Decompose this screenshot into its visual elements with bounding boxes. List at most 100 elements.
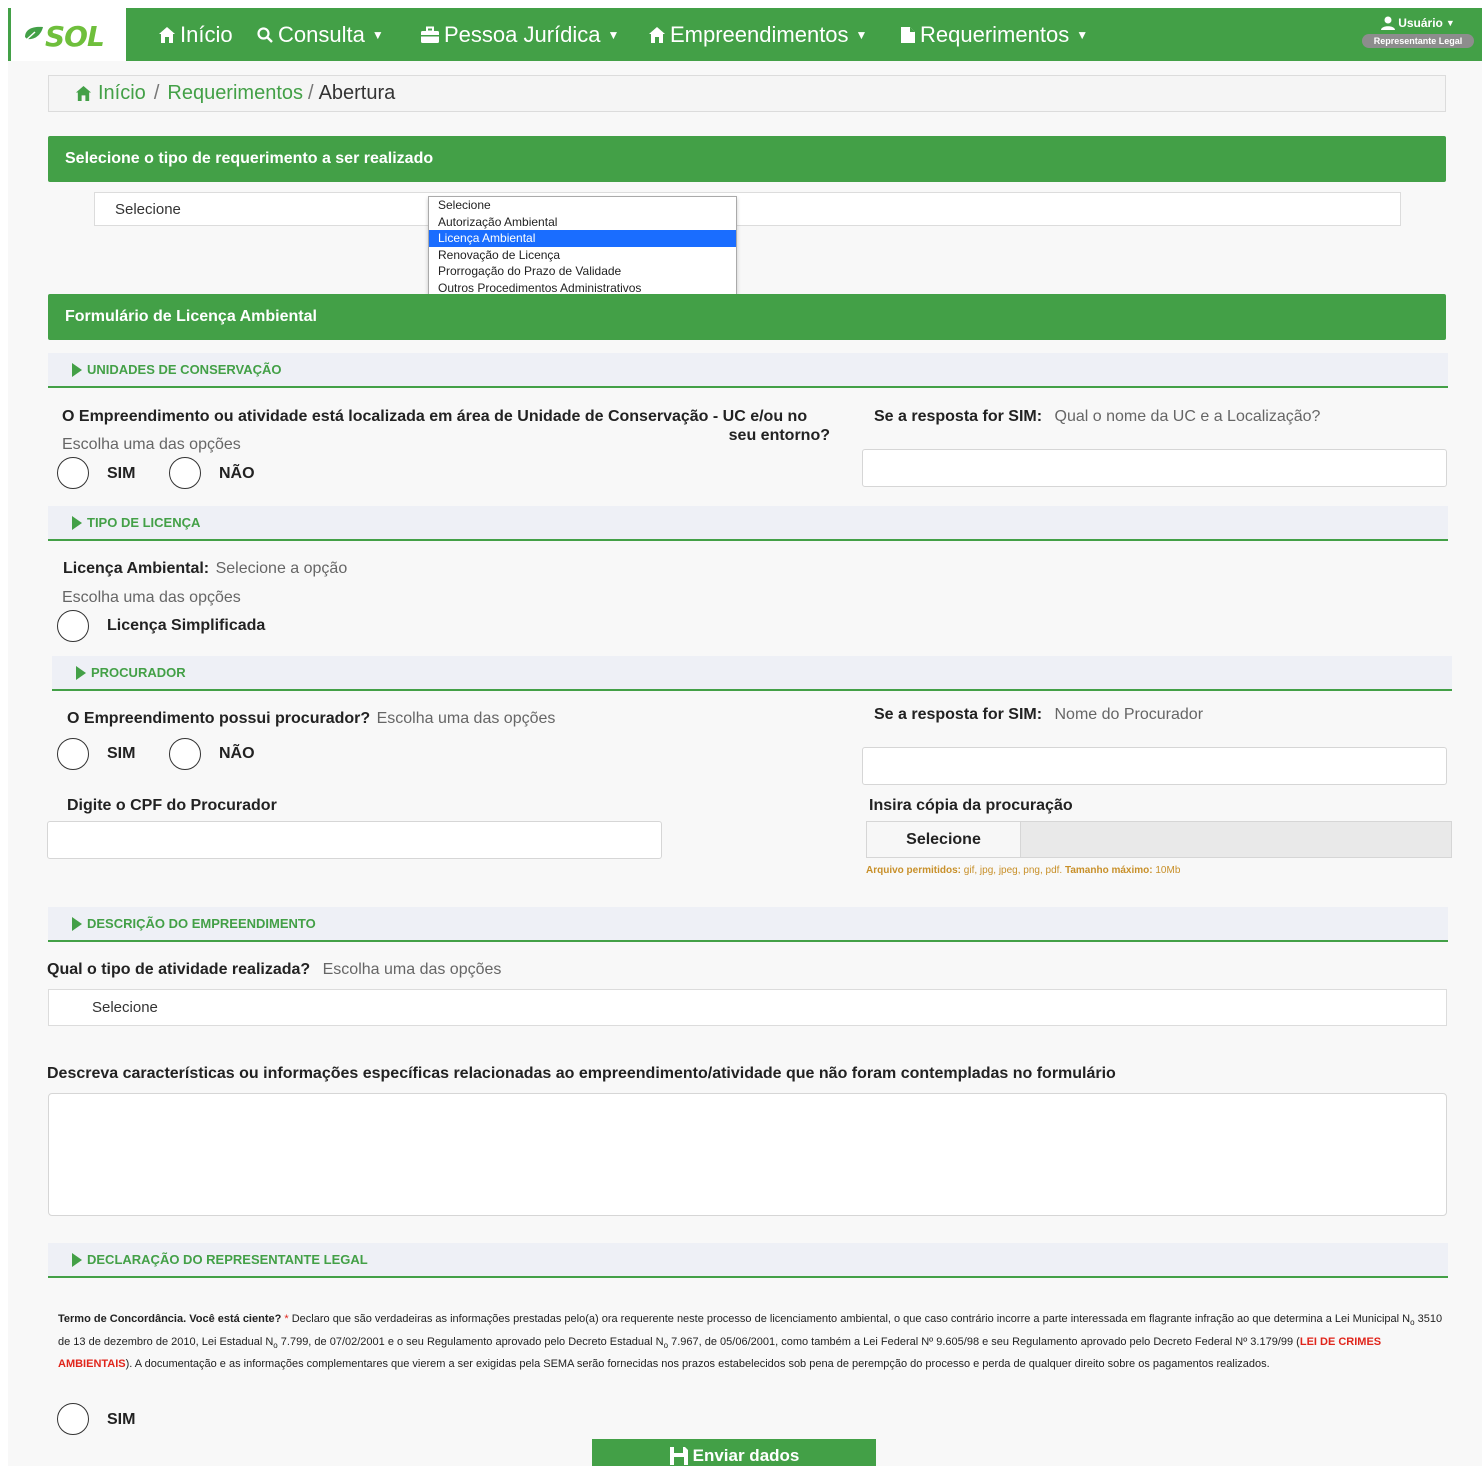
procurador-yes-radio[interactable] [57, 738, 89, 770]
uc-no-label: NÃO [219, 465, 255, 482]
user-label: Usuário [1398, 16, 1443, 30]
request-type-header: Selecione o tipo de requerimento a ser r… [48, 136, 1446, 182]
top-navbar: SOL Início Consulta ▼ Pessoa Jurídica ▼ … [8, 8, 1482, 61]
activity-select-value: Selecione [92, 999, 158, 1016]
dropdown-option-highlighted[interactable]: Licença Ambiental [429, 230, 736, 247]
breadcrumb-current: Abertura [318, 82, 396, 104]
search-icon [257, 27, 273, 43]
section-tipo-licenca[interactable]: TIPO DE LICENÇA [48, 506, 1448, 541]
file-note-types-label: Arquivo permitidos: [866, 865, 962, 876]
num-mark: o [273, 1340, 278, 1350]
briefcase-icon [421, 26, 439, 43]
caret-down-icon: ▼ [607, 28, 620, 42]
file-upload-field[interactable]: Selecione [866, 821, 1452, 858]
uc-no-radio[interactable] [169, 457, 201, 489]
nav-consulta-label: Consulta [278, 22, 365, 47]
logo[interactable]: SOL [8, 8, 126, 61]
dropdown-option[interactable]: Prorrogação do Prazo de Validade [429, 263, 736, 280]
section-descricao[interactable]: DESCRIÇÃO DO EMPREENDIMENTO [48, 907, 1448, 942]
dropdown-option[interactable]: Autorização Ambiental [429, 214, 736, 231]
nav-inicio[interactable]: Início [158, 22, 233, 48]
user-menu-top: Usuário ▼ [1362, 16, 1474, 30]
procurador-question: O Empreendimento possui procurador? Esco… [67, 710, 555, 728]
triangle-right-icon [72, 515, 82, 530]
terms-title: Termo de Concordância. Você está ciente? [58, 1313, 282, 1325]
procurador-if-yes-text: Se a resposta for SIM: [874, 706, 1043, 723]
upload-label: Insira cópia da procuração [869, 797, 1073, 814]
procurador-question-hint: Escolha uma das opções [376, 710, 556, 727]
terms-yes-radio[interactable] [57, 1403, 89, 1435]
cpf-label: Digite o CPF do Procurador [67, 797, 277, 814]
section-declaracao[interactable]: DECLARAÇÃO DO REPRESENTANTE LEGAL [48, 1243, 1448, 1278]
terms-body-1c: 7.799, de 07/02/2001 e o seu Regulamento… [280, 1335, 664, 1348]
uc-name-input[interactable] [862, 449, 1447, 487]
nav-requerimentos-label: Requerimentos [920, 22, 1070, 47]
terms-text: Termo de Concordância. Você está ciente?… [58, 1310, 1446, 1375]
activity-select[interactable]: Selecione [48, 989, 1447, 1026]
licenca-simplificada-radio[interactable] [57, 610, 89, 642]
triangle-right-icon [72, 916, 82, 931]
breadcrumb-separator: / [308, 82, 314, 104]
activity-question-hint: Escolha uma das opções [322, 961, 502, 978]
dropdown-option[interactable]: Selecione [429, 197, 736, 214]
procurador-if-yes-label: Se a resposta for SIM: Nome do Procurado… [874, 706, 1203, 724]
terms-body-2: ). A documentação e as informações compl… [125, 1358, 1270, 1371]
procurador-name-input[interactable] [862, 747, 1447, 785]
procurador-question-text: O Empreendimento possui procurador? [67, 710, 371, 727]
nav-pessoa-juridica[interactable]: Pessoa Jurídica ▼ [420, 22, 619, 48]
nav-consulta[interactable]: Consulta ▼ [256, 22, 384, 48]
breadcrumb: Início / Requerimentos / Abertura [48, 75, 1446, 112]
document-icon [901, 27, 915, 43]
request-type-select-value: Selecione [115, 200, 181, 218]
dropdown-option[interactable]: Renovação de Licença [429, 247, 736, 264]
home-icon [75, 85, 92, 102]
uc-choose-hint: Escolha uma das opções [62, 436, 241, 453]
home-icon [159, 27, 175, 43]
num-mark: o [1410, 1318, 1415, 1328]
nav-empreendimentos[interactable]: Empreendimentos ▼ [648, 22, 867, 48]
licenca-simplificada-label: Licença Simplificada [107, 617, 266, 634]
licenca-label-hint: Selecione a opção [215, 560, 348, 577]
request-type-select[interactable]: Selecione [94, 192, 1401, 226]
caret-down-icon: ▼ [1076, 28, 1089, 42]
terms-body-1d: 7.967, de 05/06/2001, como também a Lei … [671, 1335, 1300, 1348]
terms-yes-label: SIM [107, 1411, 136, 1428]
user-icon [1381, 16, 1396, 30]
details-label: Descreva características ou informações … [47, 1065, 1116, 1082]
section-title: TIPO DE LICENÇA [87, 515, 201, 530]
logo-text: SOL [45, 20, 105, 53]
page: SOL Início Consulta ▼ Pessoa Jurídica ▼ … [8, 8, 1482, 1466]
nav-pessoa-juridica-label: Pessoa Jurídica [444, 22, 601, 47]
nav-requerimentos[interactable]: Requerimentos ▼ [900, 22, 1088, 48]
details-textarea[interactable] [48, 1093, 1447, 1216]
uc-if-yes-text: Se a resposta for SIM: [874, 408, 1043, 425]
uc-if-yes-hint: Qual o nome da UC e a Localização? [1054, 408, 1321, 425]
home-icon [649, 27, 665, 43]
cpf-input[interactable] [47, 821, 662, 859]
breadcrumb-inicio[interactable]: Início [98, 82, 146, 105]
leaf-icon [24, 26, 43, 42]
file-select-button[interactable]: Selecione [867, 822, 1021, 857]
nav-inicio-label: Início [180, 22, 233, 47]
uc-yes-radio[interactable] [57, 457, 89, 489]
triangle-right-icon [72, 362, 82, 377]
licenca-label: Licença Ambiental: Selecione a opção [63, 560, 347, 578]
triangle-right-icon [76, 665, 86, 680]
breadcrumb-requerimentos[interactable]: Requerimentos [167, 82, 303, 105]
save-icon [669, 1447, 688, 1465]
triangle-right-icon [72, 1252, 82, 1267]
file-upload-note: Arquivo permitidos: gif, jpg, jpeg, png,… [866, 865, 1180, 876]
file-note-size-label: Tamanho máximo: [1064, 865, 1153, 876]
section-unidades-conservacao[interactable]: UNIDADES DE CONSERVAÇÃO [48, 353, 1448, 388]
section-title: UNIDADES DE CONSERVAÇÃO [87, 362, 282, 377]
procurador-no-radio[interactable] [169, 738, 201, 770]
section-procurador[interactable]: PROCURADOR [52, 656, 1452, 691]
submit-button[interactable]: Enviar dados [592, 1439, 876, 1466]
request-type-dropdown: Selecione Autorização Ambiental Licença … [428, 196, 737, 298]
user-menu[interactable]: Usuário ▼ Representante Legal [1362, 16, 1474, 48]
section-title: DESCRIÇÃO DO EMPREENDIMENTO [87, 916, 316, 931]
caret-down-icon: ▼ [855, 28, 868, 42]
file-note-size: 10Mb [1155, 865, 1181, 876]
num-mark: o [663, 1340, 669, 1350]
breadcrumb-separator: / [153, 82, 160, 104]
